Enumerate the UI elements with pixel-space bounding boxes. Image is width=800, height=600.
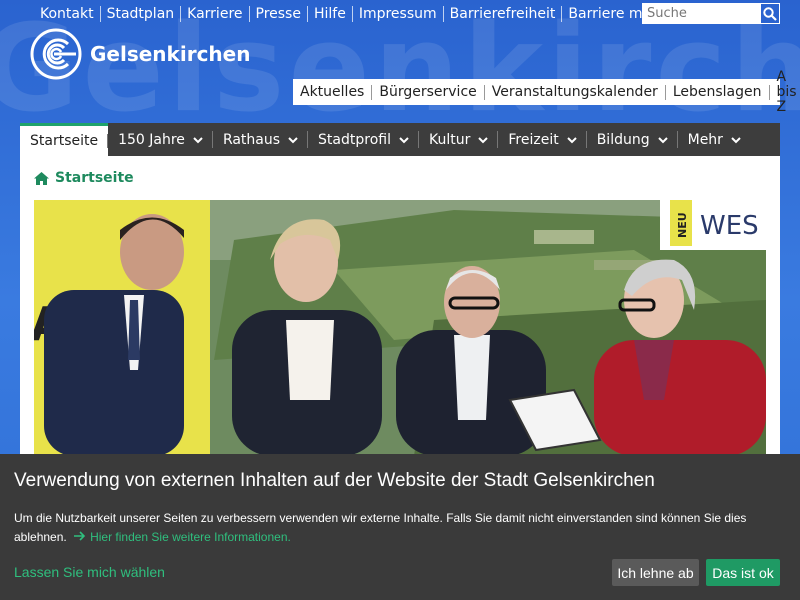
cookie-accept-button[interactable]: Das ist ok bbox=[706, 559, 780, 586]
main-nav-label: Mehr bbox=[687, 131, 723, 148]
sec-nav-a-bis-z[interactable]: A bis Z bbox=[770, 69, 800, 115]
main-nav-label: Startseite bbox=[30, 133, 99, 149]
chevron-down-icon bbox=[657, 136, 668, 143]
cookie-reject-button[interactable]: Ich lehne ab bbox=[612, 559, 699, 586]
hero-photo-illustration: AN NEU WES bbox=[34, 200, 766, 456]
logo-text: Gelsenkirchen bbox=[90, 42, 251, 66]
sec-nav-veranstaltungskalender[interactable]: Veranstaltungskalender bbox=[485, 84, 666, 100]
top-link-karriere[interactable]: Karriere bbox=[181, 6, 250, 22]
main-nav-label: 150 Jahre bbox=[118, 131, 185, 148]
sec-nav-buergerservice[interactable]: Bürgerservice bbox=[372, 84, 485, 100]
main-nav-startseite[interactable]: Startseite bbox=[20, 123, 109, 156]
main-content: Startseite AN NEU WES bbox=[20, 156, 780, 456]
chevron-down-icon bbox=[193, 136, 203, 143]
search-input[interactable] bbox=[642, 3, 760, 24]
main-nav-label: Stadtprofil bbox=[318, 131, 391, 148]
site-logo[interactable]: Gelsenkirchen bbox=[30, 28, 250, 80]
chevron-down-icon bbox=[566, 136, 577, 143]
chevron-down-icon bbox=[731, 136, 741, 143]
top-link-stadtplan[interactable]: Stadtplan bbox=[101, 6, 182, 22]
hero-banner-line-2: WES bbox=[700, 211, 759, 241]
top-link-hilfe[interactable]: Hilfe bbox=[308, 6, 353, 22]
main-nav: Startseite 150 Jahre Rathaus Stadtprofil… bbox=[20, 123, 780, 156]
breadcrumb-label: Startseite bbox=[55, 170, 134, 186]
search-button[interactable] bbox=[760, 3, 780, 24]
main-nav-label: Rathaus bbox=[222, 131, 281, 148]
home-icon bbox=[34, 171, 49, 185]
top-link-barrierefreiheit[interactable]: Barrierefreiheit bbox=[444, 6, 563, 22]
main-nav-bildung[interactable]: Bildung bbox=[587, 123, 678, 156]
utility-nav: Kontakt Stadtplan Karriere Presse Hilfe … bbox=[34, 4, 687, 24]
hero-image[interactable]: AN NEU WES bbox=[34, 200, 766, 456]
chevron-down-icon bbox=[399, 136, 409, 143]
top-link-presse[interactable]: Presse bbox=[250, 6, 308, 22]
search-icon bbox=[763, 6, 777, 21]
cookie-title: Verwendung von externen Inhalten auf der… bbox=[14, 470, 655, 491]
main-nav-label: Bildung bbox=[596, 131, 650, 148]
cookie-more-info-link[interactable]: Hier finden Sie weitere Informationen. bbox=[70, 530, 291, 544]
sec-nav-aktuelles[interactable]: Aktuelles bbox=[293, 84, 373, 100]
cookie-text-block: Um die Nutzbarkeit unserer Seiten zu ver… bbox=[14, 509, 784, 547]
main-nav-label: Kultur bbox=[429, 131, 471, 148]
top-link-impressum[interactable]: Impressum bbox=[353, 6, 444, 22]
breadcrumb[interactable]: Startseite bbox=[34, 170, 134, 186]
main-nav-mehr[interactable]: Mehr bbox=[678, 123, 751, 156]
cookie-banner: Verwendung von externen Inhalten auf der… bbox=[0, 454, 800, 600]
gelsenkirchen-logo-icon bbox=[30, 28, 82, 80]
main-nav-freizeit[interactable]: Freizeit bbox=[498, 123, 588, 156]
chevron-down-icon bbox=[478, 136, 489, 143]
secondary-nav: Aktuelles Bürgerservice Veranstaltungska… bbox=[293, 69, 797, 114]
cookie-more-info-label: Hier finden Sie weitere Informationen. bbox=[90, 530, 291, 544]
hero-banner-line-1: NEU bbox=[676, 212, 689, 238]
cookie-choose-link[interactable]: Lassen Sie mich wählen bbox=[14, 564, 165, 580]
arrow-right-icon bbox=[74, 531, 86, 541]
main-nav-rathaus[interactable]: Rathaus bbox=[213, 123, 309, 156]
main-nav-label: Freizeit bbox=[508, 131, 559, 148]
chevron-down-icon bbox=[288, 136, 298, 143]
main-nav-kultur[interactable]: Kultur bbox=[419, 123, 499, 156]
main-nav-stadtprofil[interactable]: Stadtprofil bbox=[308, 123, 419, 156]
top-link-kontakt[interactable]: Kontakt bbox=[34, 6, 101, 22]
sec-nav-lebenslagen[interactable]: Lebenslagen bbox=[666, 84, 770, 100]
search-box bbox=[642, 3, 780, 24]
main-nav-150-jahre[interactable]: 150 Jahre bbox=[108, 123, 213, 156]
